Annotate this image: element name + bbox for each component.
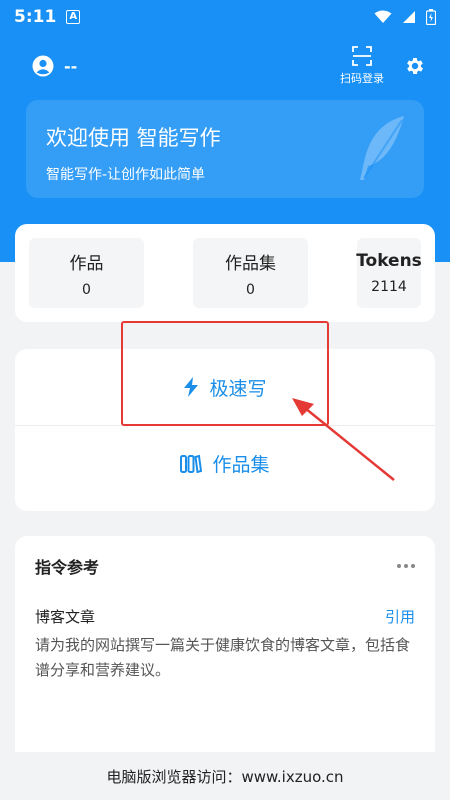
stat-collections-label: 作品集 bbox=[225, 253, 276, 274]
books-icon bbox=[180, 454, 203, 474]
more-icon[interactable] bbox=[397, 564, 415, 568]
user-icon[interactable] bbox=[32, 55, 54, 77]
welcome-title: 欢迎使用 智能写作 bbox=[46, 126, 221, 150]
arrow-annotation-icon bbox=[292, 398, 395, 481]
scan-login-button[interactable]: 扫码登录 bbox=[340, 46, 384, 86]
signal-icon bbox=[403, 11, 415, 23]
footer: 电脑版浏览器访问：www.ixzuo.cn bbox=[0, 752, 450, 800]
stat-tokens-label: Tokens bbox=[356, 251, 422, 271]
stat-collections-value: 0 bbox=[246, 281, 255, 298]
status-icons bbox=[374, 9, 436, 25]
command-description: 请为我的网站撰写一篇关于健康饮食的博客文章，包括食谱分享和营养建议。 bbox=[35, 636, 411, 679]
battery-icon bbox=[426, 9, 436, 25]
command-name: 博客文章 bbox=[35, 608, 96, 626]
stat-tokens[interactable]: Tokens 2114 bbox=[356, 238, 422, 308]
command-item: 博客文章 引用 bbox=[35, 606, 415, 627]
footer-text: 电脑版浏览器访问：www.ixzuo.cn bbox=[106, 767, 344, 786]
commands-title: 指令参考 bbox=[35, 558, 100, 577]
stat-tokens-value: 2114 bbox=[371, 279, 407, 295]
stat-collections[interactable]: 作品集 0 bbox=[193, 238, 308, 308]
welcome-banner: 欢迎使用 智能写作 智能写作-让创作如此简单 bbox=[26, 100, 424, 198]
stats-card: 作品 0 作品集 0 Tokens 2114 bbox=[15, 224, 435, 322]
scan-icon bbox=[352, 46, 372, 66]
commands-header: 指令参考 bbox=[35, 554, 415, 578]
app-screen: 5:11 A -- 扫码登录 欢迎使用 智能写作 智能写作-让创作如此简单 作品… bbox=[0, 0, 450, 800]
welcome-subtitle: 智能写作-让创作如此简单 bbox=[46, 167, 206, 183]
top-bar: -- 扫码登录 bbox=[0, 40, 450, 92]
scan-login-label: 扫码登录 bbox=[340, 72, 384, 85]
gear-icon[interactable] bbox=[404, 55, 426, 77]
feather-icon bbox=[360, 116, 404, 180]
commands-card: 指令参考 博客文章 引用 请为我的网站撰写一篇关于健康饮食的博客文章，包括食谱分… bbox=[15, 536, 435, 766]
stat-works-label: 作品 bbox=[69, 253, 104, 274]
stat-works-value: 0 bbox=[82, 281, 91, 298]
status-time: 5:11 bbox=[14, 7, 57, 27]
collection-label: 作品集 bbox=[212, 454, 270, 476]
status-bar: 5:11 A bbox=[0, 0, 450, 34]
cite-button[interactable]: 引用 bbox=[385, 606, 415, 627]
stat-works[interactable]: 作品 0 bbox=[29, 238, 144, 308]
wifi-icon bbox=[374, 10, 392, 23]
user-name[interactable]: -- bbox=[64, 57, 77, 76]
notification-icon: A bbox=[66, 10, 81, 24]
